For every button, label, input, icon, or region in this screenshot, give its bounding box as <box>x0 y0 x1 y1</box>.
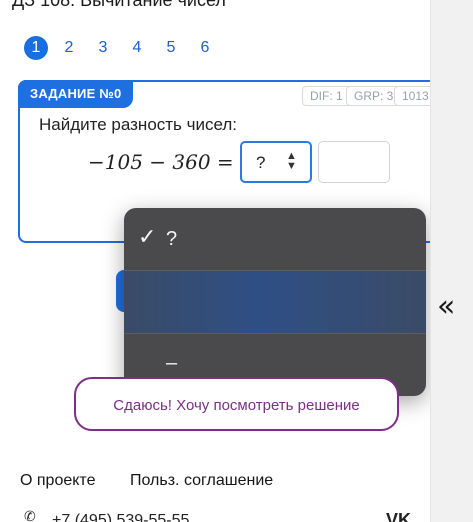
dropdown-option-question[interactable]: ✓ ? <box>124 208 426 270</box>
page-3-button[interactable]: 3 <box>91 36 115 60</box>
page-1-button[interactable]: 1 <box>24 36 48 60</box>
page-title: ДЗ 108. Вычитание чисел <box>12 0 226 10</box>
sign-dropdown-menu: ✓ ? – <box>124 208 426 396</box>
page-2-button[interactable]: 2 <box>57 36 81 60</box>
give-up-label: Сдаюсь! Хочу посмотреть решение <box>113 397 360 414</box>
dropdown-option-label: – <box>166 352 178 374</box>
page-5-button[interactable]: 5 <box>159 36 183 60</box>
page-4-button[interactable]: 4 <box>125 36 149 60</box>
give-up-button[interactable]: Сдаюсь! Хочу посмотреть решение <box>74 377 399 431</box>
sign-select[interactable]: ? ▲ ▼ <box>240 141 312 183</box>
dropdown-option-label: ? <box>166 228 178 250</box>
difficulty-badge: DIF: 1 <box>302 86 351 106</box>
double-chevron-left-icon[interactable]: « <box>437 292 455 322</box>
footer-about-link[interactable]: О проекте <box>20 472 95 490</box>
checkmark-icon: ✓ <box>138 225 157 250</box>
dropdown-option-empty[interactable] <box>124 271 426 333</box>
task-number-label: ЗАДАНИЕ №0 <box>18 80 134 108</box>
task-formula: −105 − 360 = <box>88 150 234 174</box>
vk-icon[interactable]: VK <box>386 510 411 522</box>
footer-agreement-link[interactable]: Польз. соглашение <box>130 472 273 490</box>
side-panel <box>430 0 473 522</box>
phone-icon: ✆ <box>24 508 36 522</box>
chevron-up-down-icon: ▲ ▼ <box>286 150 297 172</box>
page-6-button[interactable]: 6 <box>193 36 217 60</box>
sign-select-value: ? <box>256 153 266 172</box>
task-prompt: Найдите разность чисел: <box>39 115 238 134</box>
answer-input[interactable] <box>318 141 390 183</box>
footer-phone[interactable]: +7 (495) 539-55-55 <box>52 512 189 522</box>
